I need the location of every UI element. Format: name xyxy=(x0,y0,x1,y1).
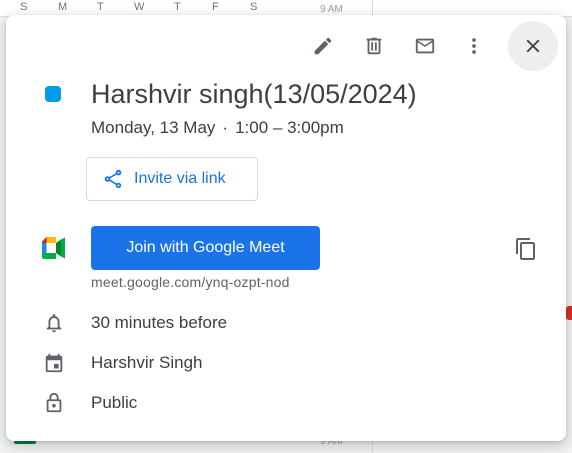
weekday-label: F xyxy=(212,1,219,13)
weekday-label: T xyxy=(174,1,181,13)
google-meet-icon xyxy=(40,237,66,264)
meet-link[interactable]: meet.google.com/ynq-ozpt-nod xyxy=(91,274,290,290)
visibility-text: Public xyxy=(91,393,138,412)
more-options-button[interactable] xyxy=(459,31,489,61)
calendar-owner-text: Harshvir Singh xyxy=(91,353,203,372)
lock-icon xyxy=(42,391,66,415)
join-google-meet-button[interactable]: Join with Google Meet xyxy=(91,226,320,270)
weekday-label: W xyxy=(134,1,145,13)
event-indicator[interactable] xyxy=(566,306,572,320)
event-title: Harshvir singh(13/05/2024) xyxy=(91,79,417,109)
event-date: Monday, 13 May xyxy=(91,118,216,137)
trash-icon xyxy=(366,37,382,55)
event-datetime: Monday, 13 May · 1:00 – 3:00pm xyxy=(91,117,344,139)
bell-icon xyxy=(42,311,66,335)
weekday-label: M xyxy=(58,1,68,13)
datetime-separator: · xyxy=(222,118,229,137)
time-label: 9 AM xyxy=(320,4,343,15)
invite-via-link-button[interactable]: Invite via link xyxy=(86,157,258,201)
copy-icon xyxy=(516,238,535,260)
reminder-text: 30 minutes before xyxy=(91,313,228,332)
event-color-chip xyxy=(45,86,61,102)
invite-via-link-label: Invite via link xyxy=(134,170,226,187)
weekday-label: S xyxy=(20,1,28,13)
share-icon xyxy=(102,167,126,191)
mail-icon xyxy=(415,38,435,54)
pencil-icon xyxy=(314,37,332,55)
delete-button[interactable] xyxy=(359,31,389,61)
more-vert-icon xyxy=(472,38,476,54)
event-details-popup: Harshvir singh(13/05/2024) Monday, 13 Ma… xyxy=(6,15,566,441)
calendar-icon xyxy=(42,351,66,375)
event-time: 1:00 – 3:00pm xyxy=(235,118,344,137)
edit-button[interactable] xyxy=(308,31,338,61)
weekday-label: S xyxy=(250,1,258,13)
close-button[interactable] xyxy=(508,21,558,71)
weekday-label: T xyxy=(97,1,104,13)
email-guests-button[interactable] xyxy=(410,31,440,61)
close-icon xyxy=(526,39,540,53)
copy-conference-info-button[interactable] xyxy=(511,234,541,264)
